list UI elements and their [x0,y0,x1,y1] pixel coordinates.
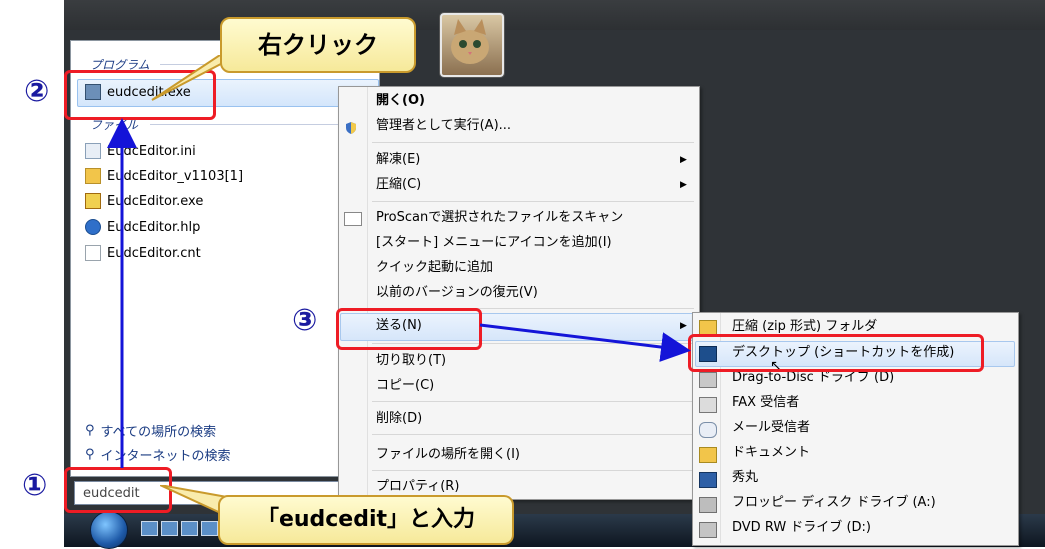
arrow-send-to-desktop [479,323,691,362]
step-1-marker: ① [22,468,48,503]
callout-right-click: 右クリック [220,17,416,73]
callout-input: 「eudcedit」と入力 [218,495,514,545]
step-3-marker: ③ [292,303,318,338]
step-2-marker: ② [24,74,50,109]
